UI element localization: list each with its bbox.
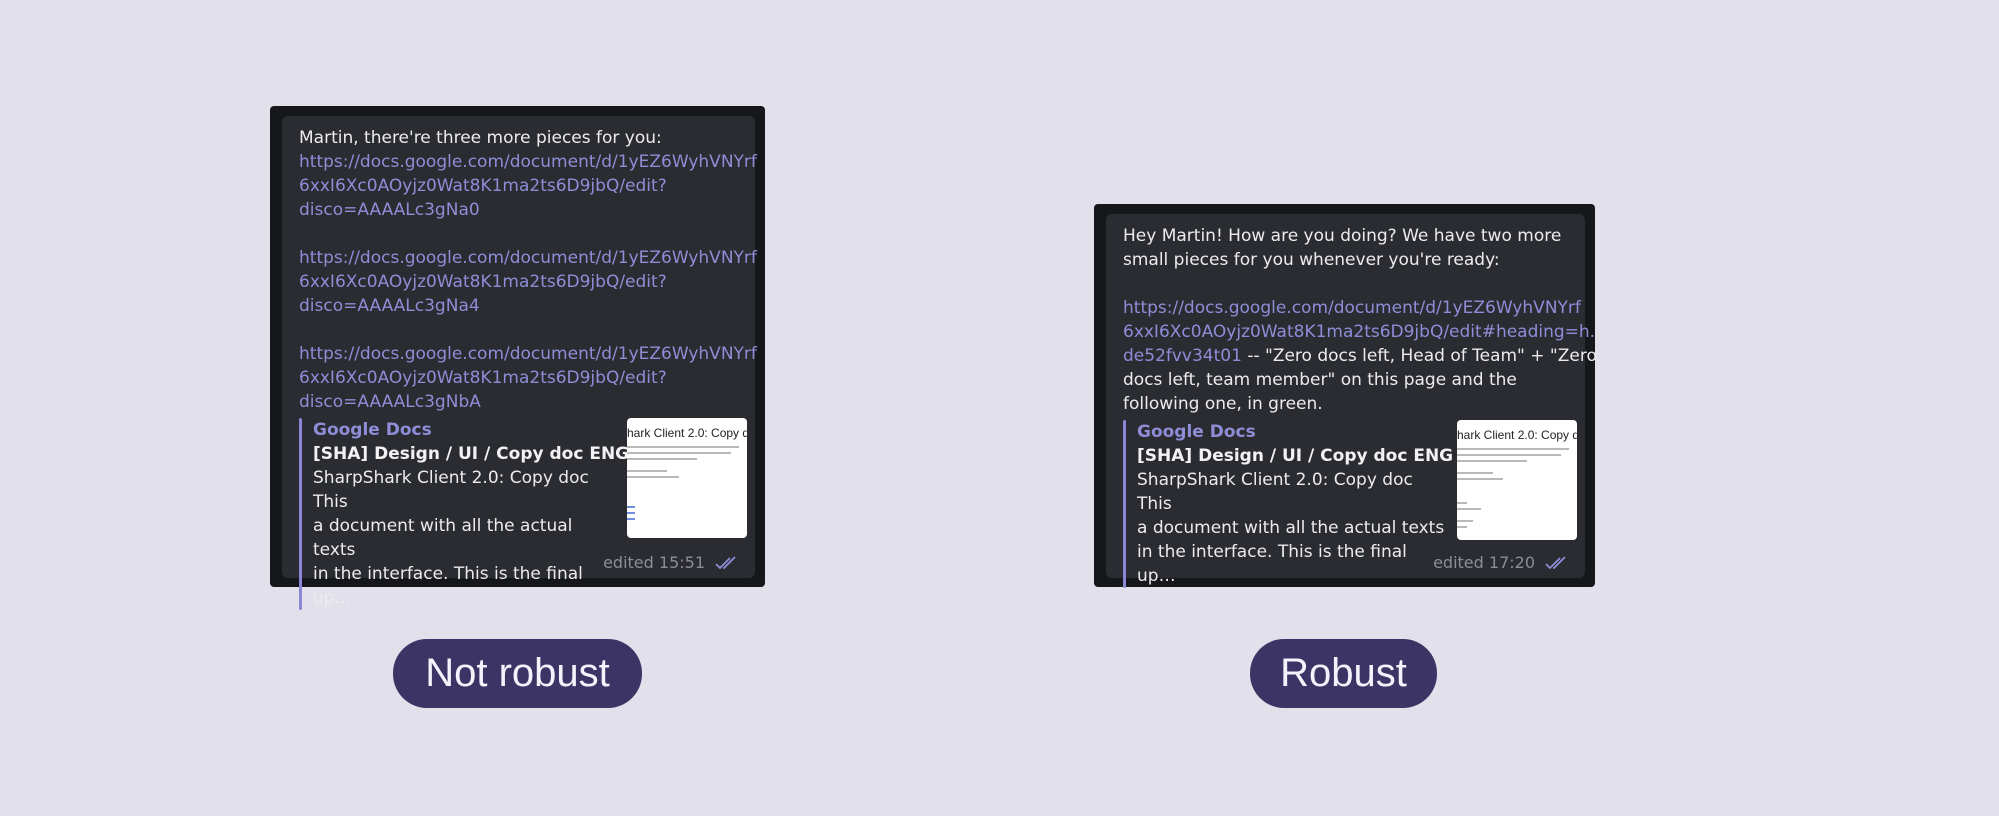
link-line[interactable]: 6xxI6Xc0AOyjz0Wat8K1ma2ts6D9jbQ/edit? — [299, 174, 747, 198]
edited-timestamp: edited 15:51 — [603, 553, 705, 572]
preview-desc-line: a document with all the actual texts — [1137, 518, 1445, 538]
link-line[interactable]: https://docs.google.com/document/d/1yEZ6… — [299, 150, 757, 174]
link-note: -- "Zero docs left, Head of Team" + "Zer… — [1241, 346, 1597, 366]
link-line[interactable]: disco=AAAALc3gNbA — [299, 390, 747, 414]
preview-description: SharpShark Client 2.0: Copy doc This a d… — [313, 466, 617, 610]
link-preview[interactable]: Google Docs [SHA] Design / UI / Copy doc… — [299, 418, 747, 610]
intro-line: small pieces for you whenever you're rea… — [1123, 250, 1500, 270]
link-line[interactable]: disco=AAAALc3gNa4 — [299, 294, 747, 318]
link-line[interactable]: disco=AAAALc3gNa0 — [299, 198, 747, 222]
preview-thumbnail[interactable]: hark Client 2.0: Copy doc — [627, 418, 747, 538]
link-line[interactable]: 6xxI6Xc0AOyjz0Wat8K1ma2ts6D9jbQ/edit? — [299, 366, 747, 390]
link-line[interactable]: 6xxI6Xc0AOyjz0Wat8K1ma2ts6D9jbQ/edit#hea… — [1123, 320, 1595, 344]
link-line[interactable]: de52fvv34t01 — [1123, 346, 1242, 366]
label-not-robust: Not robust — [393, 639, 642, 708]
link-line[interactable]: https://docs.google.com/document/d/1yEZ6… — [299, 342, 757, 366]
message-bubble: Hey Martin! How are you doing? We have t… — [1106, 214, 1597, 588]
double-check-icon — [715, 555, 736, 569]
note-line: docs left, team member" on this page and… — [1123, 370, 1517, 390]
link-line[interactable]: 6xxI6Xc0AOyjz0Wat8K1ma2ts6D9jbQ/edit? — [299, 270, 747, 294]
preview-title: [SHA] Design / UI / Copy doc ENG — [1137, 446, 1454, 466]
message-link[interactable]: https://docs.google.com/document/d/1yEZ6… — [299, 342, 757, 414]
preview-desc-line: SharpShark Client 2.0: Copy doc This — [1137, 470, 1413, 514]
preview-description: SharpShark Client 2.0: Copy doc This a d… — [1137, 468, 1447, 588]
preview-desc-line: in the interface. This is the final up… — [1137, 542, 1407, 586]
message-card-robust: Hey Martin! How are you doing? We have t… — [1094, 204, 1597, 588]
intro-line: Hey Martin! How are you doing? We have t… — [1123, 226, 1562, 246]
preview-title: [SHA] Design / UI / Copy doc ENG — [313, 444, 630, 464]
preview-desc-line: a document with all the actual texts — [313, 516, 573, 560]
message-meta: edited 15:51 — [603, 553, 739, 572]
preview-site-name: Google Docs — [1137, 422, 1256, 442]
preview-site-name: Google Docs — [313, 420, 432, 440]
note-line: following one, in green. — [1123, 394, 1323, 414]
preview-desc-line: SharpShark Client 2.0: Copy doc This — [313, 468, 589, 512]
label-robust: Robust — [1250, 639, 1437, 708]
message-link[interactable]: https://docs.google.com/document/d/1yEZ6… — [299, 246, 757, 318]
double-check-icon — [1545, 555, 1566, 569]
edited-timestamp: edited 17:20 — [1433, 553, 1535, 572]
message-bubble: Martin, there're three more pieces for y… — [282, 116, 757, 610]
message-link-with-note: https://docs.google.com/document/d/1yEZ6… — [1123, 296, 1597, 416]
link-line[interactable]: https://docs.google.com/document/d/1yEZ6… — [299, 246, 757, 270]
message-link[interactable]: https://docs.google.com/document/d/1yEZ6… — [299, 150, 757, 222]
preview-thumbnail[interactable]: hark Client 2.0: Copy doc — [1457, 420, 1577, 540]
message-meta: edited 17:20 — [1433, 553, 1569, 572]
preview-desc-line: in the interface. This is the final up… — [313, 564, 583, 608]
thumbnail-title: hark Client 2.0: Copy doc — [1457, 428, 1577, 442]
message-intro: Martin, there're three more pieces for y… — [299, 128, 662, 148]
thumbnail-title: hark Client 2.0: Copy doc — [627, 426, 747, 440]
message-card-not-robust: Martin, there're three more pieces for y… — [270, 106, 765, 610]
link-line[interactable]: https://docs.google.com/document/d/1yEZ6… — [1123, 296, 1581, 320]
message-intro: Hey Martin! How are you doing? We have t… — [1123, 224, 1577, 272]
